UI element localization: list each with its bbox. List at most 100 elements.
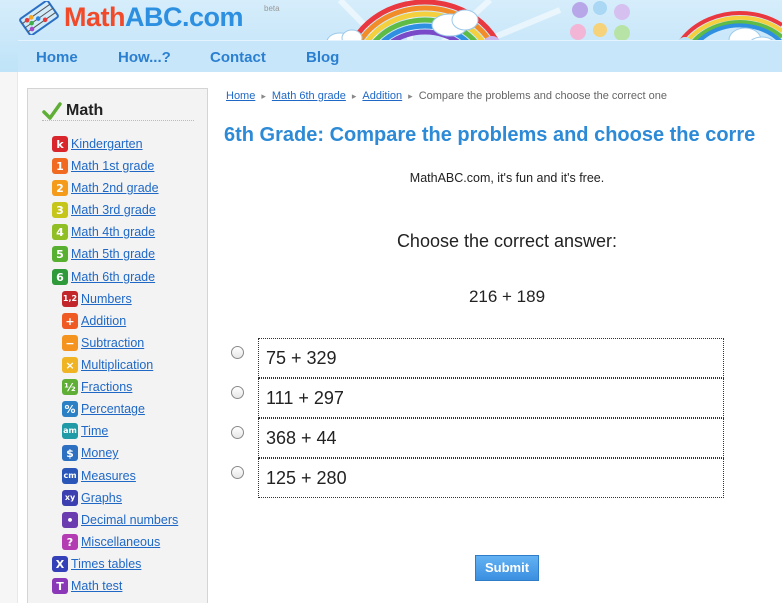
nav-how[interactable]: How...?	[118, 49, 171, 66]
page-title: 6th Grade: Compare the problems and choo…	[224, 124, 756, 146]
sidebar-link-label: Math 5th grade	[71, 247, 156, 261]
answer-radio[interactable]	[231, 346, 244, 359]
sidebar-link-label: Percentage	[81, 402, 145, 416]
sidebar-link-label: Decimal numbers	[81, 513, 179, 527]
nav-blog[interactable]: Blog	[306, 49, 339, 66]
answer-option-label[interactable]: 75 + 329	[258, 338, 724, 378]
sidebar-item-multiplication[interactable]: × Multiplication	[62, 356, 153, 374]
sidebar-item-math-6th-grade-icon: 6	[52, 269, 68, 285]
sidebar-item-numbers-icon: 1,2	[62, 291, 78, 307]
sidebar-item-money[interactable]: $ Money	[62, 444, 119, 462]
sidebar-item-kindergarten-icon: k	[52, 136, 68, 152]
sidebar-title: Math	[66, 102, 104, 119]
sidebar-link-label: Graphs	[81, 491, 122, 505]
sidebar-item-percentage[interactable]: % Percentage	[62, 400, 145, 418]
page-left-edge	[0, 72, 18, 603]
sidebar-link-label: Math 1st grade	[71, 159, 155, 173]
beta-badge: beta	[264, 4, 280, 13]
tagline: MathABC.com, it's fun and it's free.	[409, 171, 605, 185]
sidebar-link-label: Addition	[81, 314, 127, 328]
sidebar-item-subtraction[interactable]: − Subtraction	[62, 334, 144, 352]
nav-home[interactable]: Home	[36, 49, 78, 66]
sidebar-item-math-4th-grade[interactable]: 4 Math 4th grade	[52, 223, 155, 241]
sidebar-item-time-icon: am	[62, 423, 78, 439]
sidebar-link-label: Math 4th grade	[71, 225, 156, 239]
sidebar-item-addition-icon: +	[62, 313, 78, 329]
logo-part-abc: ABC.com	[125, 2, 244, 32]
sidebar-link-label: Math 3rd grade	[71, 203, 156, 217]
sidebar-item-decimal-numbers[interactable]: • Decimal numbers	[62, 511, 178, 529]
breadcrumb-current: Compare the problems and choose the corr…	[418, 90, 667, 102]
answer-radio[interactable]	[231, 386, 244, 399]
breadcrumb: Home ▸ Math 6th grade ▸ Addition ▸ Compare the…	[226, 90, 667, 102]
sidebar: Math k Kindergarten 1 Math 1st grade 2 Math 2…	[27, 88, 208, 603]
breadcrumb-math-6th-grade[interactable]: Math 6th grade	[272, 90, 346, 102]
sidebar-item-addition[interactable]: + Addition	[62, 312, 126, 330]
breadcrumb-addition[interactable]: Addition	[362, 90, 402, 102]
sidebar-link-label: Subtraction	[81, 336, 145, 350]
sidebar-link-label: Kindergarten	[71, 137, 143, 151]
sidebar-link-label: Miscellaneous	[81, 535, 161, 549]
sidebar-item-times-tables[interactable]: X Times tables	[52, 555, 141, 573]
sidebar-item-miscellaneous[interactable]: ? Miscellaneous	[62, 533, 160, 551]
sidebar-link-label: Math test	[71, 579, 123, 593]
sidebar-link-label: Money	[81, 446, 119, 460]
sidebar-item-miscellaneous-icon: ?	[62, 534, 78, 550]
sidebar-link-label: Measures	[81, 469, 136, 483]
sidebar-link-label: Numbers	[81, 292, 132, 306]
logo-part-math: Math	[64, 2, 126, 32]
answer-option-label[interactable]: 368 + 44	[258, 418, 724, 458]
sidebar-link-label: Time	[81, 424, 109, 438]
sidebar-item-subtraction-icon: −	[62, 335, 78, 351]
sidebar-item-math-1st-grade[interactable]: 1 Math 1st grade	[52, 157, 154, 175]
sidebar-item-fractions-icon: ½	[62, 379, 78, 395]
sidebar-link-label: Fractions	[81, 380, 133, 394]
answer-radio[interactable]	[231, 466, 244, 479]
sidebar-item-math-test[interactable]: T Math test	[52, 577, 122, 595]
sidebar-item-math-6th-grade[interactable]: 6 Math 6th grade	[52, 268, 155, 286]
sidebar-item-multiplication-icon: ×	[62, 357, 78, 373]
main-nav: Home How...? Contact Blog	[18, 40, 782, 72]
sidebar-item-times-tables-icon: X	[52, 556, 68, 572]
sidebar-item-time[interactable]: am Time	[62, 422, 108, 440]
sidebar-item-math-3rd-grade-icon: 3	[52, 202, 68, 218]
breadcrumb-separator-icon: ▸	[351, 91, 357, 101]
sidebar-item-decimal-numbers-icon: •	[62, 512, 78, 528]
sidebar-link-label: Math 6th grade	[71, 270, 156, 284]
sidebar-item-math-4th-grade-icon: 4	[52, 224, 68, 240]
answer-option-label[interactable]: 111 + 297	[258, 378, 724, 418]
question-label: Choose the correct answer:	[396, 231, 618, 251]
sidebar-item-math-5th-grade[interactable]: 5 Math 5th grade	[52, 245, 155, 263]
sidebar-header: Math	[42, 101, 194, 121]
sidebar-item-numbers[interactable]: 1,2 Numbers	[62, 290, 132, 308]
sidebar-link-label: Math 2nd grade	[71, 181, 159, 195]
breadcrumb-separator-icon: ▸	[408, 91, 413, 101]
nav-contact[interactable]: Contact	[210, 49, 266, 66]
main-content: Home ▸ Math 6th grade ▸ Addition ▸ Compare the…	[224, 88, 782, 603]
answer-option-label[interactable]: 125 + 280	[258, 458, 724, 498]
checkmark-icon	[42, 102, 62, 120]
sidebar-item-math-5th-grade-icon: 5	[52, 246, 68, 262]
sidebar-item-math-3rd-grade[interactable]: 3 Math 3rd grade	[52, 201, 156, 219]
site-logo[interactable]: MathABC.com	[64, 2, 244, 33]
sidebar-link-label: Times tables	[71, 557, 142, 571]
submit-button[interactable]: Submit	[475, 555, 539, 581]
sidebar-item-math-2nd-grade[interactable]: 2 Math 2nd grade	[52, 179, 159, 197]
abacus-logo-icon	[19, 1, 59, 35]
breadcrumb-home[interactable]: Home	[226, 90, 255, 102]
breadcrumb-separator-icon: ▸	[261, 91, 266, 101]
sidebar-link-label: Multiplication	[81, 358, 154, 372]
sidebar-item-measures[interactable]: cm Measures	[62, 467, 136, 485]
sidebar-item-kindergarten[interactable]: k Kindergarten	[52, 135, 143, 153]
sidebar-item-math-test-icon: T	[52, 578, 68, 594]
sidebar-item-graphs-icon: xy	[62, 490, 78, 506]
problem-expression: 216 + 189	[468, 287, 546, 306]
answer-radio[interactable]	[231, 426, 244, 439]
sidebar-item-percentage-icon: %	[62, 401, 78, 417]
sidebar-item-math-1st-grade-icon: 1	[52, 158, 68, 174]
sidebar-item-measures-icon: cm	[62, 468, 78, 484]
sidebar-item-money-icon: $	[62, 445, 78, 461]
sidebar-item-fractions[interactable]: ½ Fractions	[62, 378, 132, 396]
sidebar-item-math-2nd-grade-icon: 2	[52, 180, 68, 196]
sidebar-item-graphs[interactable]: xy Graphs	[62, 489, 122, 507]
